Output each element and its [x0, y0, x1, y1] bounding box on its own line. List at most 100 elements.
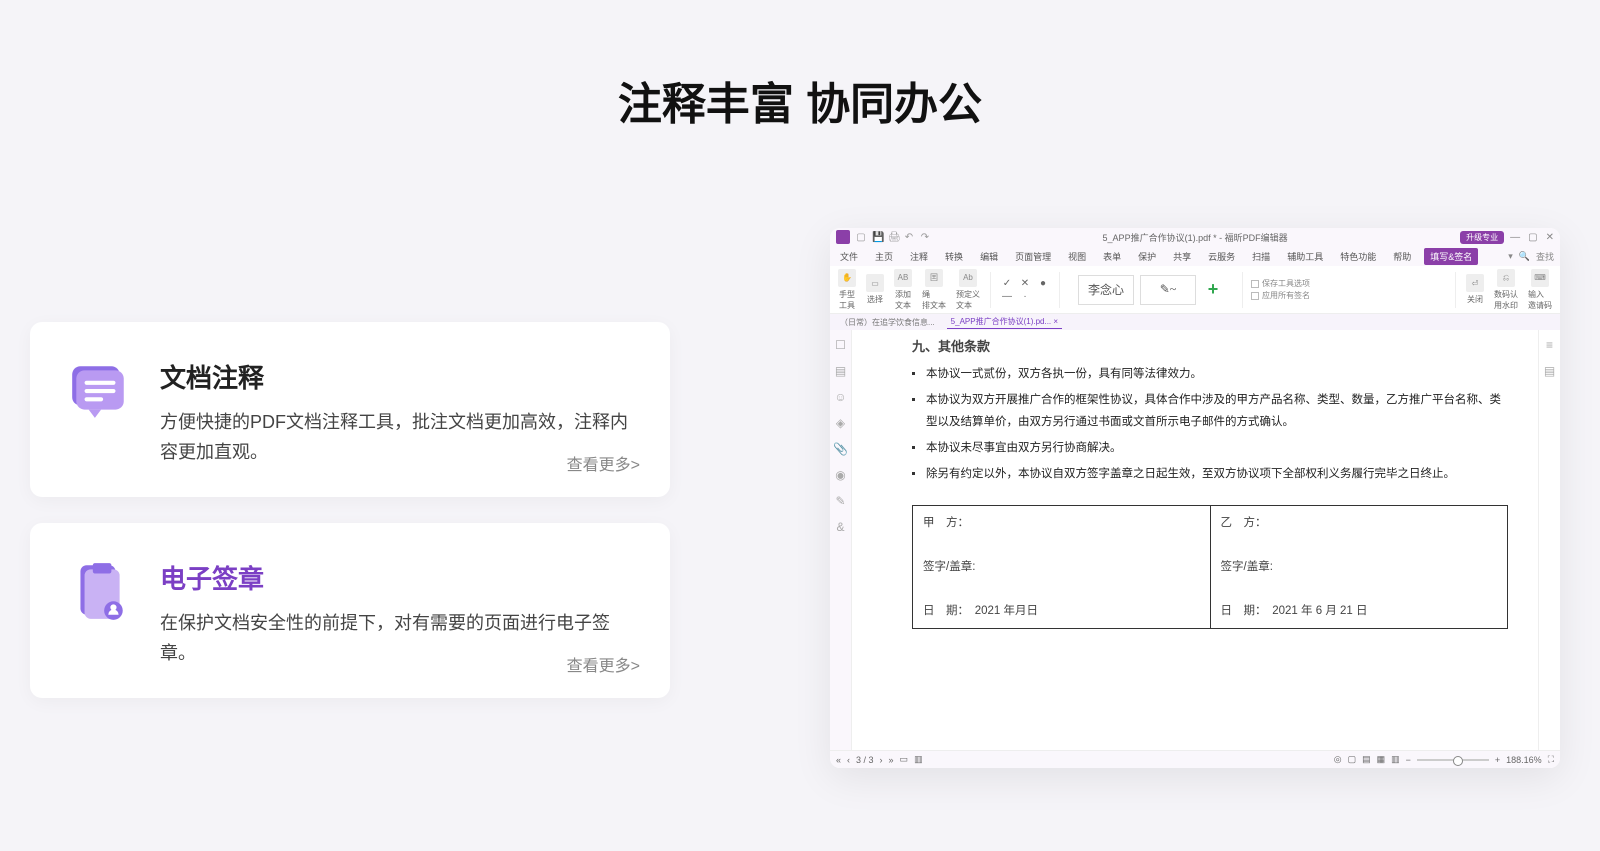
maximize-button[interactable]: ▢ [1528, 232, 1537, 243]
page-indicator[interactable]: 3 / 3 [856, 755, 874, 765]
menu-item[interactable]: 特色功能 [1336, 248, 1380, 265]
next-page-button[interactable]: › [880, 755, 883, 765]
section-heading: 九、其他条款 [912, 336, 1508, 355]
view-mode-icon[interactable]: ▢ [1348, 754, 1357, 765]
menu-item[interactable]: 页面管理 [1011, 248, 1055, 265]
menu-item[interactable]: 共享 [1169, 248, 1195, 265]
feature-card-annotation[interactable]: 文档注释 方便快捷的PDF文档注释工具，批注文档更加高效，注释内容更加直观。 查… [30, 322, 670, 497]
menu-expand-icon[interactable]: ▾ [1508, 251, 1513, 262]
undo-icon[interactable]: ↶ [904, 232, 914, 243]
window-controls: — ▢ ✕ [1510, 232, 1554, 243]
last-page-button[interactable]: » [889, 755, 894, 765]
quick-access-toolbar[interactable]: ▢ 💾 🖨 ↶ ↷ [856, 232, 930, 243]
first-page-button[interactable]: « [836, 755, 841, 765]
ribbon-tool[interactable]: Ab预定义文本 [954, 269, 982, 311]
clause-item: 本协议未尽事宜由双方另行协商解决。 [912, 437, 1508, 459]
menu-item[interactable]: 表单 [1099, 248, 1125, 265]
menu-item[interactable]: 转换 [941, 248, 967, 265]
fullscreen-button[interactable]: ⛶ [1548, 754, 1554, 765]
mark-tool[interactable]: ● [1035, 278, 1051, 289]
view-mode-icon[interactable]: ▥ [1391, 754, 1400, 765]
party-a-label: 甲 方： [923, 512, 1200, 534]
zoom-slider[interactable] [1417, 759, 1489, 761]
feature-desc: 方便快捷的PDF文档注释工具，批注文档更加高效，注释内容更加直观。 [160, 407, 634, 467]
search-icon[interactable]: 🔍 [1519, 251, 1530, 262]
see-more-link[interactable]: 查看更多> [567, 652, 640, 676]
nav-icon[interactable]: ▥ [914, 754, 923, 765]
ribbon-tool[interactable]: ▭选择 [864, 274, 886, 305]
ribbon-tool[interactable]: ⌨输入邀请码 [1526, 269, 1554, 311]
feature-list: 文档注释 方便快捷的PDF文档注释工具，批注文档更加高效，注释内容更加直观。 查… [30, 322, 670, 724]
pages-icon[interactable]: ▤ [835, 364, 846, 378]
print-icon[interactable]: 🖨 [888, 232, 898, 243]
search-label: 查找 [1536, 250, 1554, 263]
menu-item[interactable]: 视图 [1064, 248, 1090, 265]
zoom-out-button[interactable]: − [1406, 755, 1411, 765]
ribbon-tool[interactable]: AB添加文本 [892, 269, 914, 311]
mark-tool[interactable]: ✕ [1017, 278, 1033, 289]
feature-desc: 在保护文档安全性的前提下，对有需要的页面进行电子签章。 [160, 608, 634, 668]
view-mode-icon[interactable]: ▦ [1377, 754, 1386, 765]
zoom-in-button[interactable]: + [1495, 755, 1500, 765]
redo-icon[interactable]: ↷ [920, 232, 930, 243]
menu-item[interactable]: 文件 [836, 248, 862, 265]
sign-label: 签字/盖章: [1221, 556, 1498, 578]
menu-item[interactable]: 保护 [1134, 248, 1160, 265]
menu-item-active[interactable]: 填写&签名 [1424, 248, 1478, 265]
ribbon-tool[interactable]: ⎌数码认用水印 [1492, 269, 1520, 311]
menu-item[interactable]: 辅助工具 [1283, 248, 1327, 265]
mark-tool[interactable]: · [1017, 291, 1033, 302]
nav-icon[interactable]: ▭ [900, 754, 909, 765]
view-mode-icon[interactable]: ▤ [1362, 754, 1371, 765]
view-mode-icon[interactable]: ◎ [1334, 754, 1342, 765]
statusbar: « ‹ 3 / 3 › » ▭ ▥ ◎ ▢ ▤ ▦ ▥ − + 188.16% … [830, 750, 1560, 768]
document-tab[interactable]: （日常）在追学饮食信息... [836, 316, 939, 329]
ribbon-tool[interactable]: 囯绳排文本 [920, 269, 948, 311]
save-icon[interactable]: 💾 [872, 232, 882, 243]
menubar: 文件主页注释转换编辑页面管理视图表单保护共享云服务扫描辅助工具特色功能帮助填写&… [830, 246, 1560, 266]
titlebar: ▢ 💾 🖨 ↶ ↷ 5_APP推广合作协议(1).pdf * - 福昕PDF编辑… [830, 228, 1560, 246]
left-navigation-panel[interactable]: ☐ ▤ ☺ ◈ 📎 ◉ ✎ & [830, 330, 852, 750]
see-more-link[interactable]: 查看更多> [567, 451, 640, 475]
attachments-icon[interactable]: 📎 [833, 442, 848, 456]
right-tool-panel[interactable]: ≡ ▤ [1538, 330, 1560, 750]
panel-icon[interactable]: ▤ [1544, 364, 1555, 378]
ribbon: ✋手型工具 ▭选择 AB添加文本囯绳排文本Ab预定义文本 ✓✕● —· 李念心✎~ + 保存工… [830, 266, 1560, 314]
open-icon[interactable]: ▢ [856, 232, 866, 243]
menu-item[interactable]: 扫描 [1248, 248, 1274, 265]
party-a-date: 日 期： 2021 年月日 [923, 600, 1200, 622]
ribbon-tool[interactable]: ⏎关闭 [1464, 274, 1486, 305]
signatures-icon[interactable]: ◉ [835, 468, 845, 482]
bookmarks-icon[interactable]: ☐ [835, 338, 846, 352]
signature-preset[interactable]: ✎~ [1140, 275, 1196, 305]
party-b-label: 乙 方： [1221, 512, 1498, 534]
layers-icon[interactable]: ◈ [836, 416, 845, 430]
document-viewport[interactable]: 九、其他条款 本协议一式贰份，双方各执一份，具有同等法律效力。本协议为双方开展推… [852, 330, 1538, 750]
panel-icon[interactable]: ≡ [1546, 338, 1553, 352]
feature-card-signature[interactable]: 电子签章 在保护文档安全性的前提下，对有需要的页面进行电子签章。 查看更多> [30, 523, 670, 698]
mark-tool[interactable]: — [999, 291, 1015, 302]
window-title: 5_APP推广合作协议(1).pdf * - 福昕PDF编辑器 [936, 231, 1454, 244]
signature-preset[interactable]: 李念心 [1078, 275, 1134, 305]
menu-item[interactable]: 帮助 [1389, 248, 1415, 265]
menu-item[interactable]: 主页 [871, 248, 897, 265]
minimize-button[interactable]: — [1510, 232, 1520, 243]
comments-icon[interactable]: ☺ [834, 390, 846, 404]
pdf-editor-window: ▢ 💾 🖨 ↶ ↷ 5_APP推广合作协议(1).pdf * - 福昕PDF编辑… [830, 228, 1560, 768]
workspace: ☐ ▤ ☺ ◈ 📎 ◉ ✎ & 九、其他条款 本协议一式贰份，双方各执一份，具有… [830, 330, 1560, 750]
ribbon-option[interactable]: 应用所有签名 [1251, 290, 1310, 302]
security-icon[interactable]: ✎ [835, 494, 845, 508]
ribbon-tool[interactable]: ✋手型工具 [836, 269, 858, 311]
prev-page-button[interactable]: ‹ [847, 755, 850, 765]
close-button[interactable]: ✕ [1546, 232, 1554, 243]
zoom-level[interactable]: 188.16% [1506, 755, 1542, 765]
document-tab[interactable]: 5_APP推广合作协议(1).pd... × [947, 315, 1062, 329]
mark-tool[interactable]: ✓ [999, 278, 1015, 289]
add-signature-button[interactable]: + [1202, 279, 1224, 301]
menu-item[interactable]: 编辑 [976, 248, 1002, 265]
upgrade-badge[interactable]: 升级专业 [1460, 231, 1504, 244]
menu-item[interactable]: 云服务 [1204, 248, 1239, 265]
menu-item[interactable]: 注释 [906, 248, 932, 265]
ribbon-option[interactable]: 保存工具选项 [1251, 278, 1310, 290]
tags-icon[interactable]: & [836, 520, 844, 534]
